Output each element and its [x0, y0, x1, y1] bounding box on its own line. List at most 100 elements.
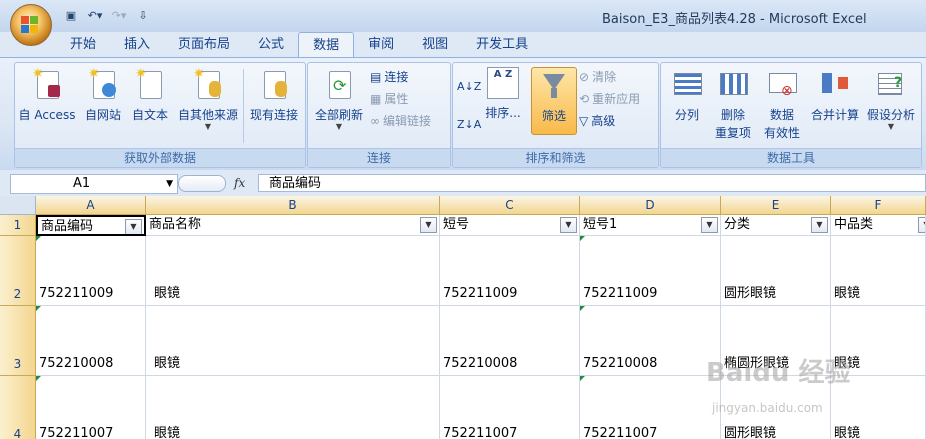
- table-cell[interactable]: 752211007: [440, 376, 580, 439]
- existing-connections-icon: [259, 67, 289, 101]
- filter-button[interactable]: 筛选: [531, 67, 577, 135]
- office-logo-icon: [21, 16, 41, 34]
- table-cell[interactable]: 752210008: [440, 306, 580, 376]
- quick-access-toolbar: ▣ ↶▾ ↷▾ ⇩: [60, 6, 154, 24]
- column-header-f[interactable]: F: [831, 196, 926, 215]
- what-if-icon: ?: [876, 67, 906, 101]
- error-indicator-icon: [36, 236, 41, 241]
- undo-icon[interactable]: ↶▾: [84, 6, 106, 24]
- table-cell[interactable]: 眼镜: [831, 236, 926, 306]
- from-other-sources-button[interactable]: ✷ 自其他来源 ▼: [175, 67, 241, 131]
- sort-descending-button[interactable]: Z↓A: [457, 115, 481, 135]
- sort-button[interactable]: A Z 排序...: [481, 67, 525, 121]
- table-cell[interactable]: 眼镜: [146, 376, 440, 439]
- what-if-analysis-button[interactable]: ? 假设分析 ▼: [863, 67, 919, 131]
- clear-filter-button[interactable]: ⊘ 清除: [579, 67, 616, 87]
- table-cell[interactable]: 752211009: [580, 236, 721, 306]
- header-cell-item-code[interactable]: 商品编码 ▼: [36, 215, 146, 236]
- sort-ascending-button[interactable]: A↓Z: [457, 77, 481, 97]
- filter-dropdown-icon[interactable]: ▼: [420, 217, 437, 233]
- name-box[interactable]: A1 ▼: [10, 174, 178, 194]
- filter-dropdown-icon[interactable]: ▼: [701, 217, 718, 233]
- connections-icon: ▤: [370, 70, 382, 84]
- table-cell[interactable]: 752210008: [580, 306, 721, 376]
- table-cell[interactable]: 752211009: [440, 236, 580, 306]
- table-cell[interactable]: 752211007: [36, 376, 146, 439]
- properties-button[interactable]: ▦ 属性: [370, 89, 408, 109]
- table-cell[interactable]: 眼镜: [146, 236, 440, 306]
- formula-bar: A1 ▼ fx 商品编码: [0, 172, 926, 194]
- connections-button[interactable]: ▤ 连接: [370, 67, 408, 87]
- ribbon: ✷ 自 Access ✷ 自网站 ✷ 自文本 ✷ 自其他来源 ▼ 现有连接 获取…: [0, 57, 926, 170]
- from-web-button[interactable]: ✷ 自网站: [79, 67, 127, 123]
- row-header-3[interactable]: 3: [0, 306, 36, 376]
- header-cell-category[interactable]: 分类 ▼: [721, 215, 831, 236]
- table-cell[interactable]: 752211007: [580, 376, 721, 439]
- save-icon[interactable]: ▣: [60, 6, 82, 24]
- insert-function-button[interactable]: fx: [234, 174, 254, 192]
- tab-formulas[interactable]: 公式: [244, 32, 298, 58]
- filter-dropdown-icon[interactable]: ▼: [918, 217, 925, 233]
- column-header-a[interactable]: A: [36, 196, 146, 215]
- from-access-button[interactable]: ✷ 自 Access: [17, 67, 77, 123]
- header-cell-short-no[interactable]: 短号 ▼: [440, 215, 580, 236]
- group-label-get-external: 获取外部数据: [15, 148, 305, 167]
- properties-icon: ▦: [370, 92, 382, 106]
- column-header-c[interactable]: C: [440, 196, 580, 215]
- tab-page-layout[interactable]: 页面布局: [164, 32, 244, 58]
- consolidate-button[interactable]: 合并计算: [807, 67, 863, 123]
- table-cell[interactable]: 圆形眼镜: [721, 236, 831, 306]
- tab-review[interactable]: 审阅: [354, 32, 408, 58]
- tab-developer[interactable]: 开发工具: [462, 32, 542, 58]
- refresh-all-button[interactable]: ⟳ 全部刷新 ▼: [310, 67, 368, 131]
- table-cell[interactable]: 752210008: [36, 306, 146, 376]
- data-validation-button[interactable]: ⊗ 数据 有效性: [757, 67, 807, 141]
- group-label-sort-filter: 排序和筛选: [453, 148, 658, 167]
- chevron-down-icon: ▼: [204, 122, 212, 131]
- advanced-filter-button[interactable]: ▽ 高级: [579, 111, 615, 131]
- filter-dropdown-icon[interactable]: ▼: [811, 217, 828, 233]
- existing-connections-button[interactable]: 现有连接: [245, 67, 303, 123]
- header-cell-item-name[interactable]: 商品名称 ▼: [146, 215, 440, 236]
- error-indicator-icon: [580, 306, 585, 311]
- filter-dropdown-icon[interactable]: ▼: [560, 217, 577, 233]
- group-label-data-tools: 数据工具: [661, 148, 921, 167]
- edit-links-button[interactable]: ∞ 编辑链接: [370, 111, 431, 131]
- reapply-icon: ⟲: [579, 92, 590, 106]
- tab-data[interactable]: 数据: [298, 32, 355, 59]
- chevron-down-icon[interactable]: ▼: [166, 175, 173, 193]
- header-cell-short-no-1[interactable]: 短号1 ▼: [580, 215, 721, 236]
- remove-duplicates-icon: [718, 67, 748, 101]
- consolidate-icon: [820, 67, 850, 101]
- error-indicator-icon: [36, 376, 41, 381]
- column-header-d[interactable]: D: [580, 196, 721, 215]
- table-cell[interactable]: 752211009: [36, 236, 146, 306]
- tab-insert[interactable]: 插入: [110, 32, 164, 58]
- reapply-button[interactable]: ⟲ 重新应用: [579, 89, 640, 109]
- formula-bar-handle[interactable]: [178, 175, 226, 192]
- customize-qat-icon[interactable]: ⇩: [132, 6, 154, 24]
- funnel-icon: [539, 68, 569, 102]
- row-header-1[interactable]: 1: [0, 215, 36, 236]
- redo-icon[interactable]: ↷▾: [108, 6, 130, 24]
- column-header-e[interactable]: E: [721, 196, 831, 215]
- select-all-corner[interactable]: [0, 196, 36, 215]
- row-header-2[interactable]: 2: [0, 236, 36, 306]
- filter-dropdown-icon[interactable]: ▼: [125, 219, 142, 234]
- tab-home[interactable]: 开始: [56, 32, 110, 58]
- error-indicator-icon: [580, 236, 585, 241]
- office-button[interactable]: [10, 4, 52, 46]
- remove-duplicates-button[interactable]: 删除 重复项: [711, 67, 755, 141]
- link-icon: ∞: [370, 114, 380, 128]
- table-cell[interactable]: 眼镜: [146, 306, 440, 376]
- from-text-button[interactable]: ✷ 自文本: [127, 67, 173, 123]
- formula-input[interactable]: 商品编码: [258, 174, 926, 192]
- text-to-columns-button[interactable]: 分列: [665, 67, 709, 123]
- row-header-4[interactable]: 4: [0, 376, 36, 439]
- header-cell-mid-category[interactable]: 中品类▼: [831, 215, 926, 236]
- group-data-tools: 分列 删除 重复项 ⊗ 数据 有效性 合并计算 ? 假设分析 ▼ 数据工具: [660, 62, 922, 168]
- tab-view[interactable]: 视图: [408, 32, 462, 58]
- column-header-b[interactable]: B: [146, 196, 440, 215]
- sort-ascending-icon: A↓Z: [457, 80, 482, 93]
- access-icon: ✷: [32, 67, 62, 101]
